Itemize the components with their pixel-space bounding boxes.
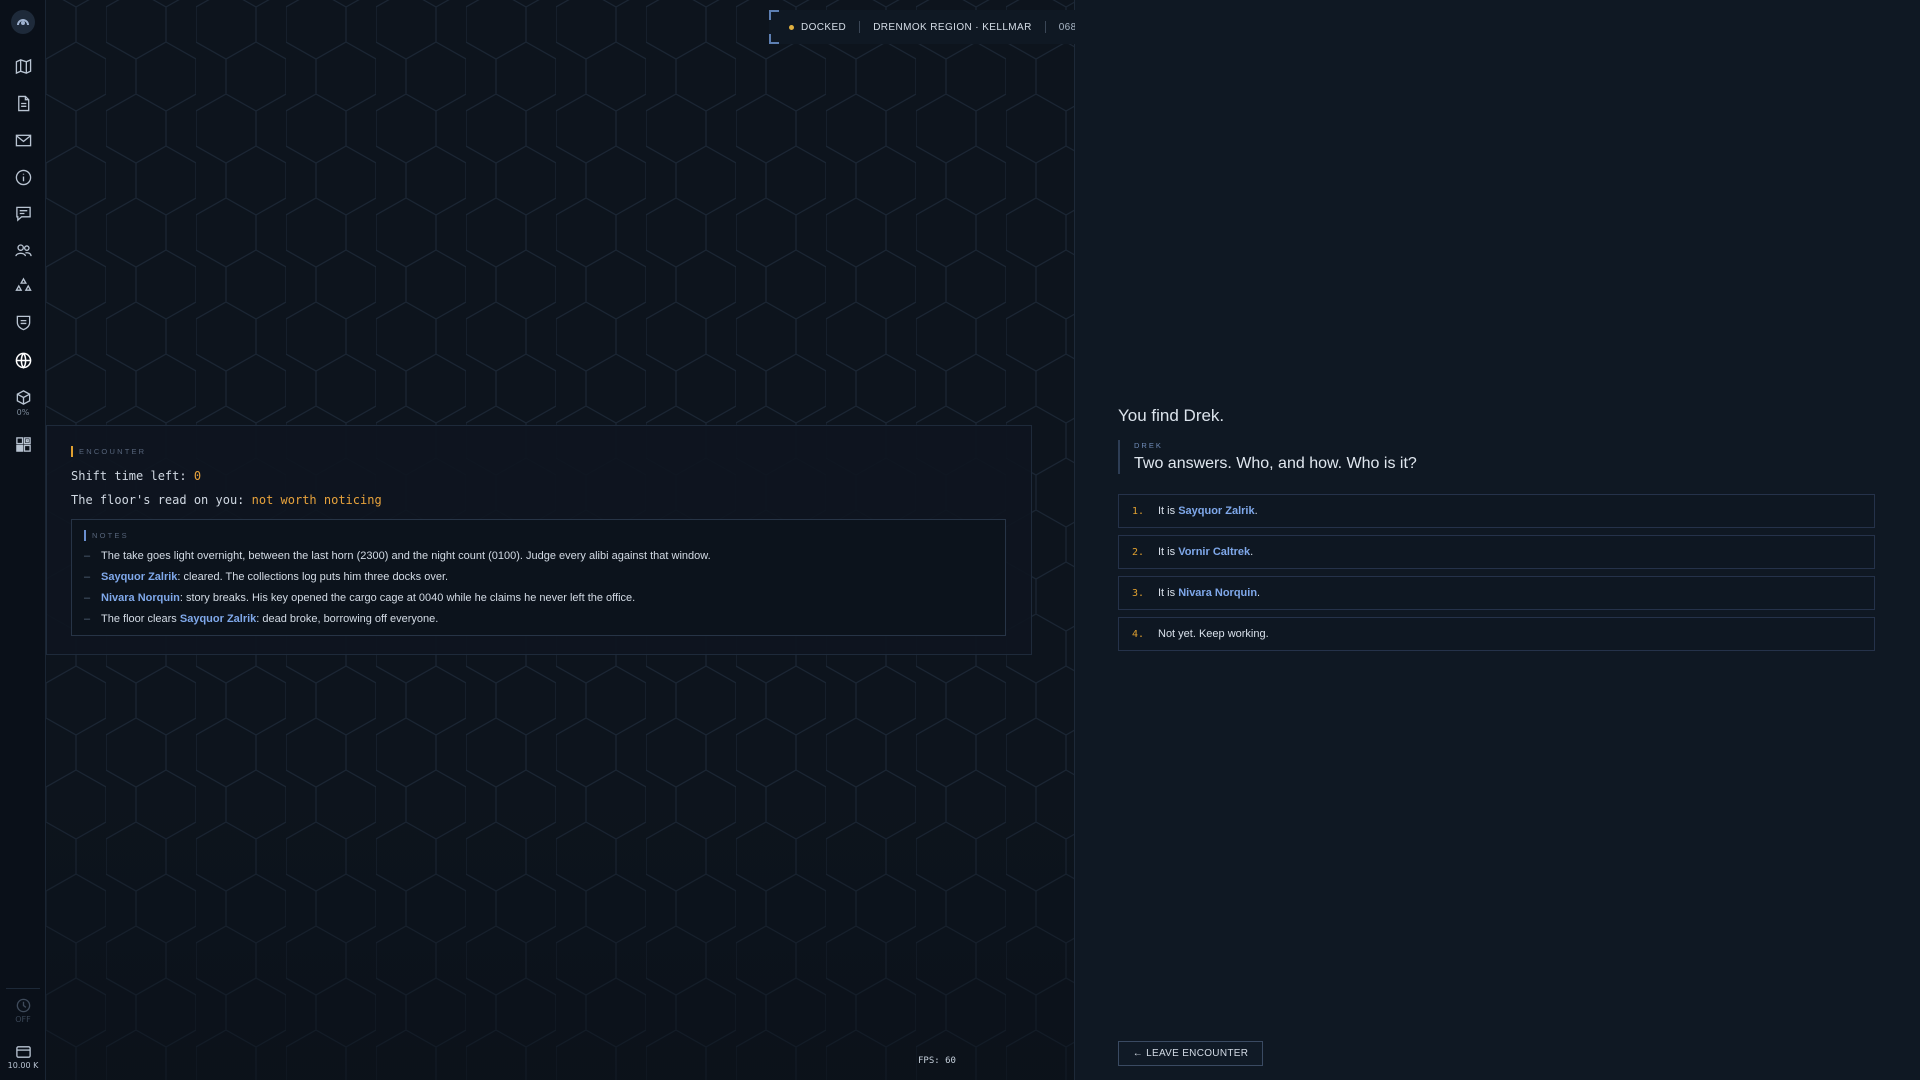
shift-time-line: Shift time left: 0	[71, 469, 201, 483]
frame-corner	[769, 10, 779, 20]
shift-time-value: 0	[193, 469, 202, 483]
reputation-label: The floor's read on you:	[71, 493, 252, 507]
encounter-label: ENCOUNTER	[71, 446, 146, 457]
location-label: DRENMOK REGION · KELLMAR	[873, 21, 1032, 33]
modules-icon[interactable]	[0, 429, 46, 459]
character-name[interactable]: Sayquor Zalrik	[180, 613, 256, 625]
power-state-label: OFF	[15, 1015, 31, 1024]
notes-box: NOTES – The take goes light overnight, be…	[71, 519, 1006, 636]
map-fade	[46, 780, 1074, 1080]
note-item: – Sayquor Zalrik: cleared. The collection…	[84, 571, 449, 583]
wallet-balance: 10.00 K	[7, 1061, 39, 1070]
map-icon[interactable]	[0, 51, 46, 81]
dock-status: DOCKED	[801, 21, 847, 33]
notes-label: NOTES	[84, 530, 129, 541]
fps-counter: FPS: 60	[918, 1056, 956, 1066]
frame-corner	[769, 34, 779, 44]
reputation-line: The floor's read on you: not worth notic…	[71, 493, 382, 507]
mail-icon[interactable]	[0, 125, 46, 155]
leave-encounter-button[interactable]: ← LEAVE ENCOUNTER	[1118, 1041, 1263, 1066]
speaker-block: DREK Two answers. Who, and how. Who is i…	[1118, 440, 1417, 474]
dialogue-panel: You find Drek. DREK Two answers. Who, an…	[1075, 0, 1920, 1080]
status-dot-icon	[789, 24, 794, 30]
shift-time-label: Shift time left:	[71, 469, 194, 483]
character-name: Nivara Norquin	[1178, 587, 1258, 599]
badge-icon[interactable]	[0, 307, 46, 337]
encounter-panel: ENCOUNTER Shift time left: 0 The floor's…	[46, 425, 1032, 655]
status-divider	[1044, 21, 1046, 33]
choice-4-button[interactable]: 4. Not yet. Keep working.	[1118, 617, 1875, 651]
choice-3-button[interactable]: 3. It is Nivara Norquin.	[1118, 576, 1875, 610]
reputation-value: not worth noticing	[251, 493, 382, 507]
document-icon[interactable]	[0, 88, 46, 118]
speaker-line: Two answers. Who, and how. Who is it?	[1134, 455, 1417, 472]
sidebar-divider	[6, 988, 40, 989]
character-name[interactable]: Sayquor Zalrik	[101, 571, 177, 583]
choice-2-button[interactable]: 2. It is Vornir Caltrek.	[1118, 535, 1875, 569]
app-logo[interactable]	[11, 10, 35, 34]
sidebar: 0% OFF 10.00 K	[0, 0, 46, 1080]
note-item: – The take goes light overnight, between …	[84, 550, 711, 562]
speaker-name: DREK	[1134, 441, 1163, 450]
shapes-icon[interactable]	[0, 270, 46, 300]
status-divider	[859, 21, 861, 33]
info-icon[interactable]	[0, 162, 46, 192]
scene-text: You find Drek.	[1118, 406, 1225, 425]
globe-icon[interactable]	[0, 345, 46, 375]
choice-1-button[interactable]: 1. It is Sayquor Zalrik.	[1118, 494, 1875, 528]
character-name: Sayquor Zalrik	[1178, 505, 1255, 517]
character-name[interactable]: Nivara Norquin	[101, 592, 180, 604]
chat-icon[interactable]	[0, 198, 46, 228]
character-name: Vornir Caltrek	[1178, 546, 1251, 558]
note-item: – Nivara Norquin: story breaks. His key o…	[84, 592, 636, 604]
people-icon[interactable]	[0, 235, 46, 265]
cube-progress-label: 0%	[16, 408, 30, 417]
note-item: – The floor clears Sayquor Zalrik: dead b…	[84, 613, 439, 625]
